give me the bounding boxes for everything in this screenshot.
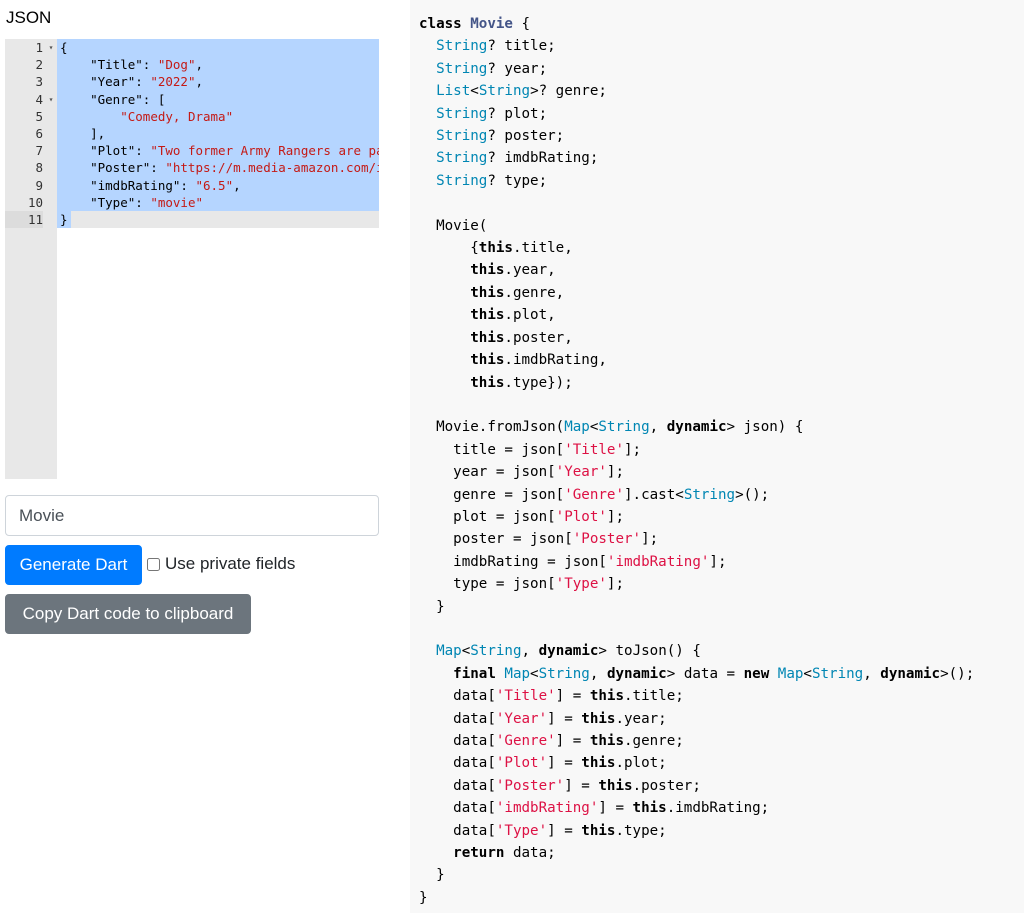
line-code: "Year": "2022", xyxy=(57,73,379,91)
line-number: 7 xyxy=(5,142,43,160)
line-number: 4 xyxy=(5,90,43,108)
line-code: { xyxy=(57,39,379,57)
editor-line[interactable]: 2 "Title": "Dog", xyxy=(5,56,379,74)
line-code: "imdbRating": "6.5", xyxy=(57,176,379,194)
fold-arrow-icon[interactable]: ▾ xyxy=(45,39,57,56)
line-number: 8 xyxy=(5,159,43,177)
generate-dart-button[interactable]: Generate Dart xyxy=(5,545,142,585)
line-number: 11 xyxy=(5,210,43,229)
active-line-highlight xyxy=(57,210,379,229)
line-code: "Type": "movie" xyxy=(57,193,379,211)
line-number: 6 xyxy=(5,124,43,143)
copy-dart-button[interactable]: Copy Dart code to clipboard xyxy=(5,594,251,634)
editor-line[interactable]: 9 "imdbRating": "6.5", xyxy=(5,176,379,194)
editor-line[interactable]: 4 ▾ "Genre": [ xyxy=(5,90,379,108)
editor-line[interactable]: 5 "Comedy, Drama" xyxy=(5,107,379,125)
fold-arrow-icon[interactable]: ▾ xyxy=(45,91,57,108)
editor-line[interactable]: 7 "Plot": "Two former Army Rangers are p… xyxy=(5,142,379,160)
dart-code: class Movie { String? title; String? yea… xyxy=(419,16,975,906)
editor-line[interactable]: 11} xyxy=(5,210,379,229)
editor-line[interactable]: 10 "Type": "movie" xyxy=(5,193,379,211)
class-name-input[interactable] xyxy=(5,495,379,536)
editor-line[interactable]: 8 "Poster": "https://m.media-amazon.com/… xyxy=(5,159,379,177)
line-code: "Title": "Dog", xyxy=(57,56,379,74)
private-fields-checkbox[interactable] xyxy=(147,557,160,571)
line-number: 10 xyxy=(5,193,43,211)
line-code: } xyxy=(57,210,71,229)
line-number: 2 xyxy=(5,56,43,74)
private-fields-label: Use private fields xyxy=(165,554,296,573)
line-number: 9 xyxy=(5,176,43,194)
line-number: 3 xyxy=(5,73,43,91)
line-code: "Comedy, Drama" xyxy=(57,107,379,125)
json-heading: JSON xyxy=(6,8,52,27)
editor-line[interactable]: 1 ▾{ xyxy=(5,39,379,57)
dart-output-panel: class Movie { String? title; String? yea… xyxy=(410,0,1024,913)
line-number: 5 xyxy=(5,107,43,125)
line-code: "Poster": "https://m.media-amazon.com/im… xyxy=(57,159,379,177)
editor-lines[interactable]: 1 ▾{2 "Title": "Dog", 3 "Year": "2022", 4 ▾ … xyxy=(5,39,379,229)
private-fields-option[interactable]: Use private fields xyxy=(147,554,295,574)
line-number: 1 xyxy=(5,39,43,57)
line-code: ], xyxy=(57,124,379,143)
json-editor[interactable]: 1 ▾{2 "Title": "Dog", 3 "Year": "2022", 4 ▾ … xyxy=(5,39,379,479)
editor-line[interactable]: 6 ], xyxy=(5,124,379,143)
line-code: "Genre": [ xyxy=(57,90,379,108)
editor-line[interactable]: 3 "Year": "2022", xyxy=(5,73,379,91)
line-code: "Plot": "Two former Army Rangers are pai… xyxy=(57,142,379,160)
